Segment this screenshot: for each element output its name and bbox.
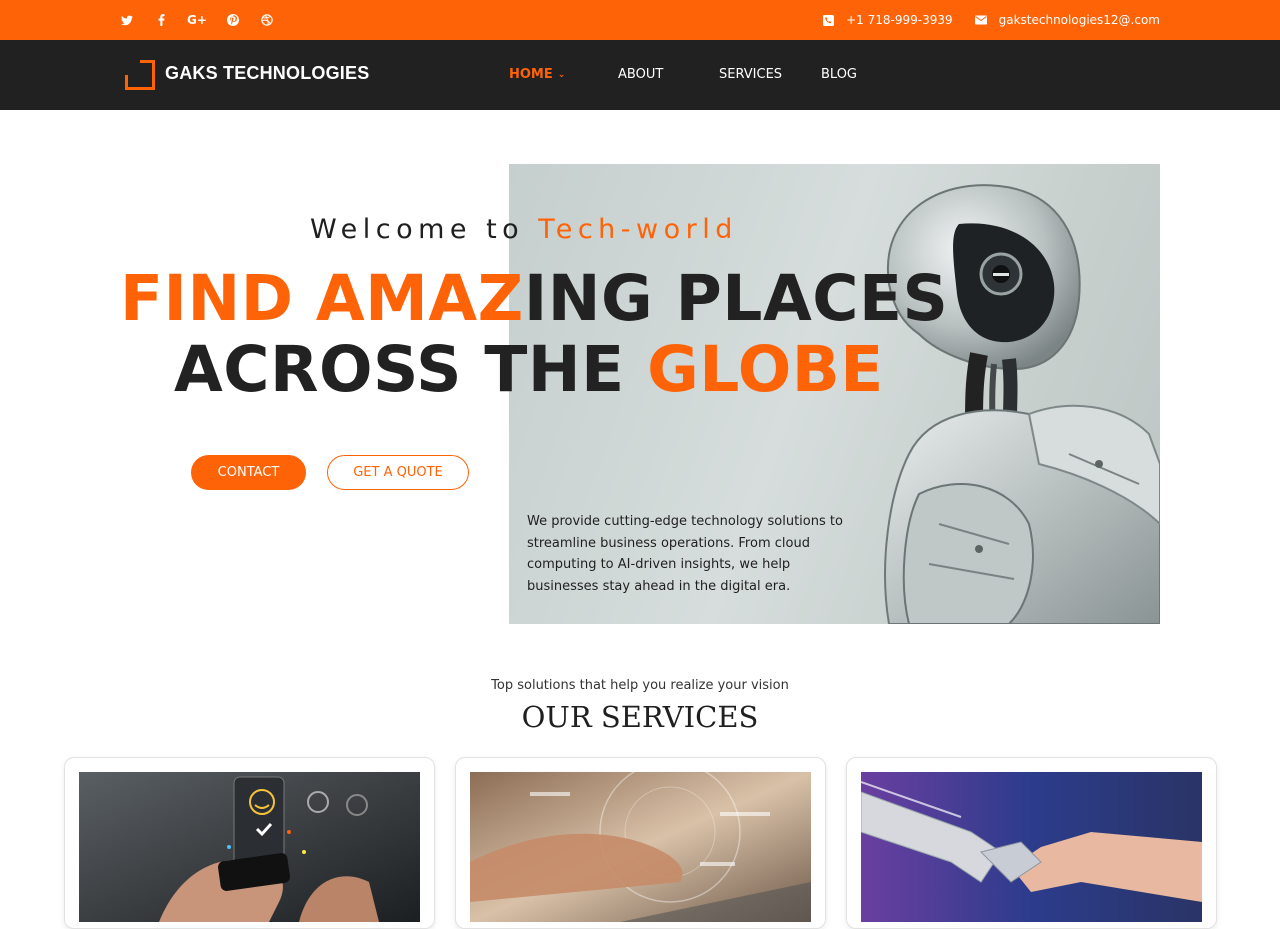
headline-line-2: ACROSS THE GLOBE [174, 333, 884, 406]
headline-line-2-orange: GLOBE [647, 333, 884, 406]
nav-item-about[interactable]: ABOUT [618, 67, 663, 82]
logo-icon[interactable] [125, 60, 155, 90]
logo-text[interactable]: GAKS TECHNOLOGIES [165, 63, 369, 84]
phone-icon [823, 14, 835, 26]
nav-item-services[interactable]: SERVICES [719, 67, 782, 82]
service-card[interactable] [846, 757, 1217, 929]
nav-item-blog[interactable]: BLOG [821, 67, 857, 82]
dribbble-icon[interactable] [260, 13, 274, 27]
pinterest-icon[interactable] [226, 13, 240, 27]
get-quote-button[interactable]: GET A QUOTE [327, 455, 469, 490]
welcome-accent: Tech-world [538, 214, 738, 245]
services-title: OUR SERVICES [521, 700, 759, 734]
contact-button[interactable]: CONTACT [191, 455, 306, 490]
service-card[interactable] [64, 757, 435, 929]
headline-line-1-dark: ING PLACES [523, 262, 949, 335]
email-contact[interactable]: gakstechnologies12@.com [974, 13, 1160, 27]
nav-item-home[interactable]: HOME ⌄ [509, 67, 565, 82]
envelope-icon [974, 15, 987, 25]
welcome-prefix: Welcome to [310, 214, 525, 245]
robot-human-handshake-photo [861, 772, 1202, 922]
twitter-icon[interactable] [120, 13, 134, 27]
main-navbar: GAKS TECHNOLOGIES HOME ⌄ ABOUT SERVICES B… [0, 40, 1280, 110]
contact-info: +1 718-999-3939 gakstechnologies12@.com [803, 0, 1160, 40]
phone-contact[interactable]: +1 718-999-3939 [823, 13, 953, 27]
service-card[interactable] [455, 757, 826, 929]
customer-feedback-photo [79, 772, 420, 922]
headline-line-1: FIND AMAZING PLACES [120, 262, 948, 335]
top-bar: G+ +1 718-999-3939 gakstechnologies12@.c… [0, 0, 1280, 40]
chevron-down-icon: ⌄ [557, 70, 566, 80]
google-plus-icon[interactable]: G+ [187, 13, 207, 27]
hero-description: We provide cutting-edge technology solut… [527, 514, 843, 594]
facebook-icon[interactable] [154, 13, 168, 27]
email-address: gakstechnologies12@.com [998, 13, 1160, 27]
headline-line-1-orange: FIND AMAZ [120, 262, 524, 335]
social-links: G+ [120, 0, 274, 40]
typing-laptop-photo [470, 772, 811, 922]
headline-line-2-dark: ACROSS THE [174, 333, 625, 406]
services-subtitle: Top solutions that help you realize your… [491, 678, 789, 693]
nav-item-home-label: HOME [509, 67, 553, 82]
phone-number: +1 718-999-3939 [846, 13, 953, 27]
welcome-heading: Welcome to Tech-world [310, 214, 738, 245]
